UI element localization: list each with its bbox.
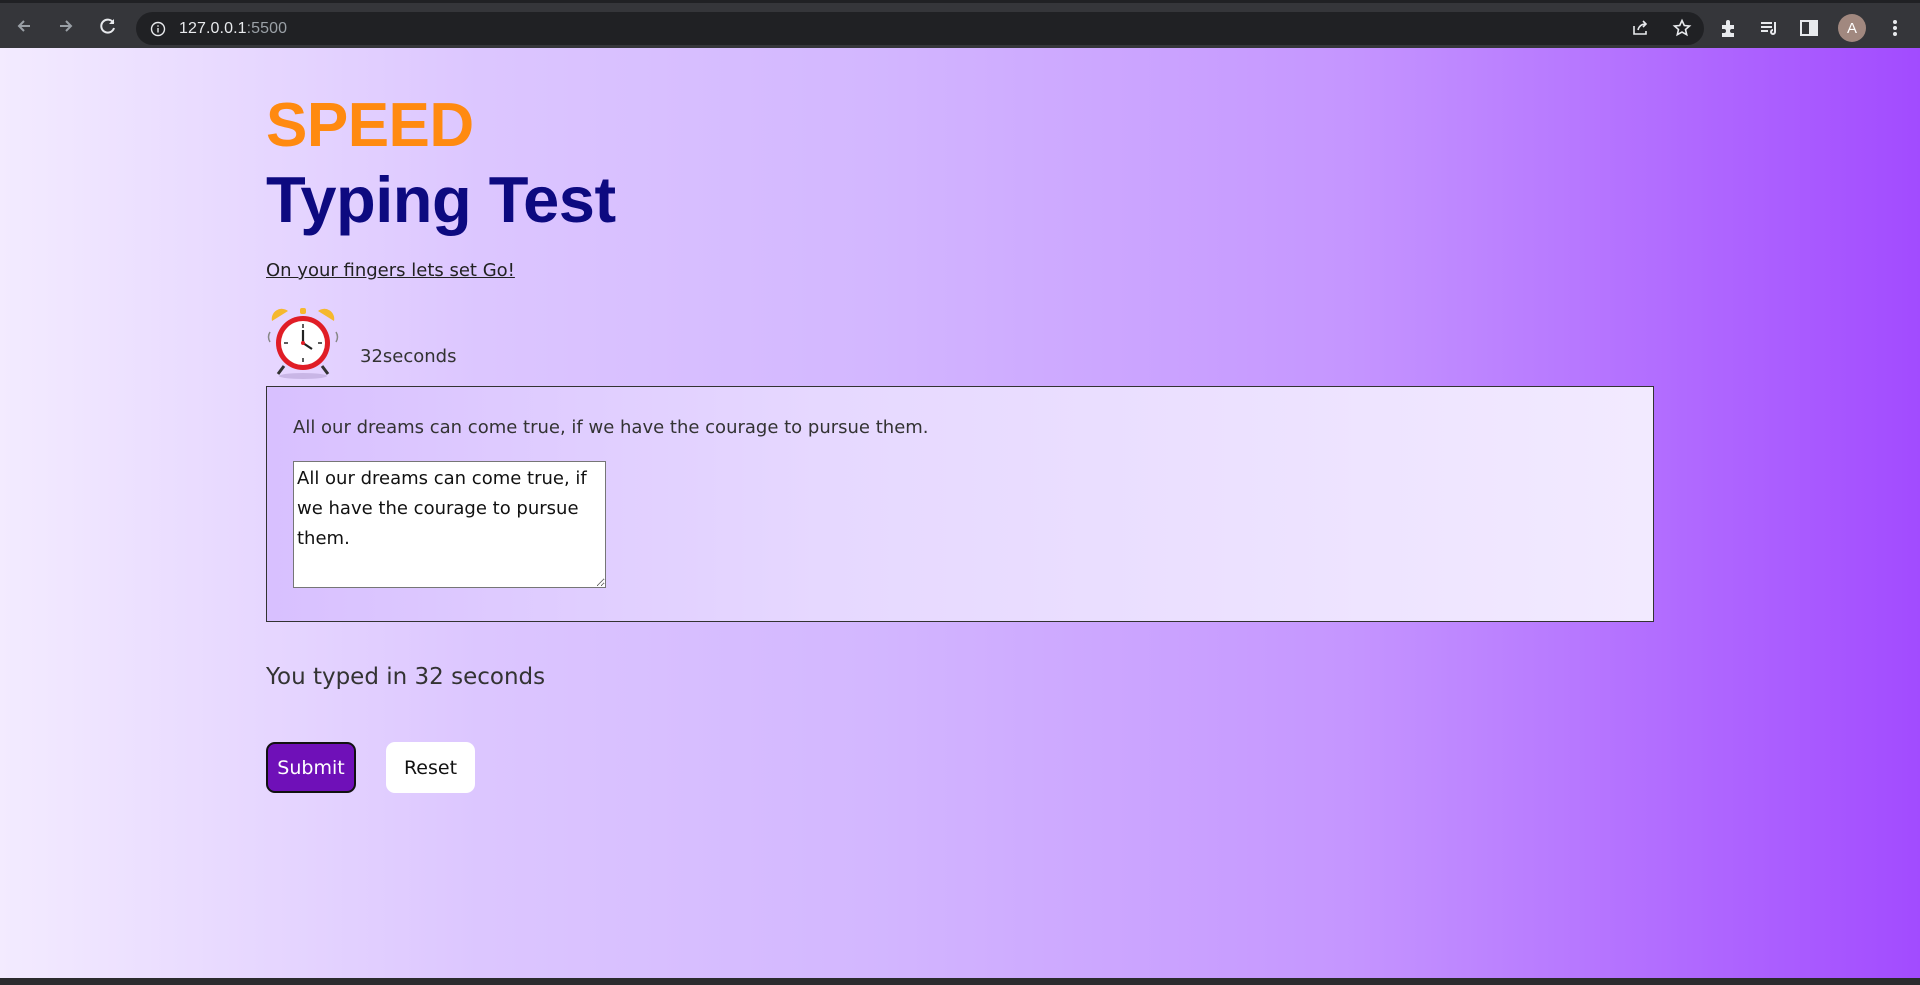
reset-button[interactable]: Reset — [386, 742, 475, 793]
reading-list-icon[interactable] — [1758, 17, 1780, 39]
submit-button[interactable]: Submit — [266, 742, 356, 793]
page-viewport: SPEED Typing Test On your fingers lets s… — [0, 48, 1920, 978]
forward-button[interactable] — [48, 8, 84, 44]
browser-toolbar: 127.0.0.1:5500 A — [0, 0, 1920, 48]
alarm-clock-icon — [267, 308, 339, 379]
tagline-link[interactable]: On your fingers lets set Go! — [266, 260, 515, 281]
star-icon[interactable] — [1672, 18, 1692, 38]
avatar[interactable]: A — [1838, 14, 1866, 42]
page-title: Typing Test — [266, 163, 616, 236]
quote-text: All our dreams can come true, if we have… — [293, 417, 929, 438]
info-icon[interactable] — [150, 21, 166, 37]
reload-button[interactable] — [90, 8, 126, 44]
timer-text: 32seconds — [360, 345, 457, 367]
side-panel-icon[interactable] — [1798, 17, 1820, 39]
title-speed: SPEED — [266, 91, 474, 160]
share-icon[interactable] — [1630, 18, 1650, 38]
typing-input[interactable] — [293, 461, 606, 588]
back-icon — [17, 19, 30, 32]
bottom-strip — [0, 978, 1920, 985]
extensions-icon[interactable] — [1718, 17, 1740, 39]
result-text: You typed in 32 seconds — [266, 664, 546, 690]
timer-row: 32seconds — [266, 304, 456, 380]
action-buttons: Submit Reset — [266, 742, 475, 793]
back-button[interactable] — [6, 8, 42, 44]
reload-icon — [100, 18, 115, 34]
address-bar[interactable]: 127.0.0.1:5500 — [136, 12, 1704, 45]
url-text: 127.0.0.1:5500 — [179, 19, 288, 37]
menu-icon[interactable] — [1884, 17, 1906, 39]
typing-panel: All our dreams can come true, if we have… — [266, 386, 1654, 622]
forward-icon — [60, 19, 73, 32]
